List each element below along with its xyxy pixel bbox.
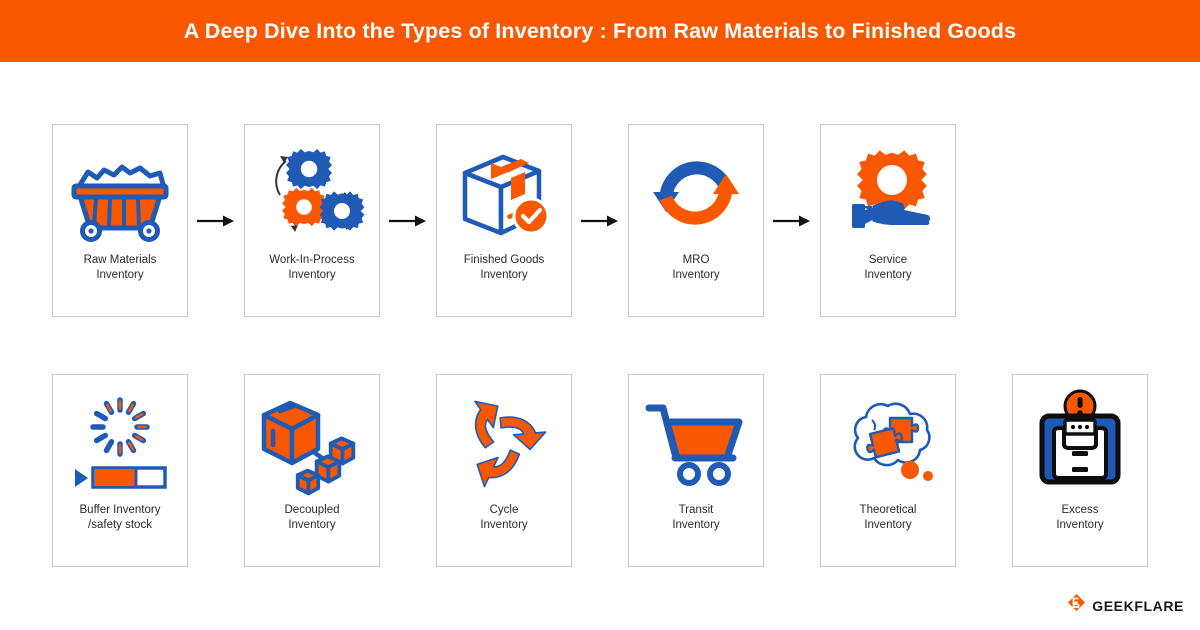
card-label-line2: Inventory	[672, 269, 720, 281]
card-label-line1: Cycle	[489, 504, 519, 516]
card-label-line2: Inventory	[288, 519, 336, 531]
card-label-line1: Decoupled	[284, 504, 340, 516]
card-label: Excess Inventory	[1051, 503, 1108, 533]
finished-goods-box-check-icon	[437, 125, 571, 253]
card-label: Decoupled Inventory	[280, 503, 345, 533]
service-hand-gear-icon	[821, 125, 955, 253]
card-label-line2: Inventory	[96, 269, 144, 281]
geekflare-logo-text: GEEKFLARE	[1092, 597, 1184, 614]
transit-cart-icon	[629, 375, 763, 503]
header-banner: A Deep Dive Into the Types of Inventory …	[0, 0, 1200, 62]
flow-arrow-2	[380, 124, 436, 317]
card-mro-inventory[interactable]: MRO Inventory	[628, 124, 764, 317]
inventory-row-2: Buffer Inventory /safety stock Decoupled…	[52, 374, 1148, 567]
card-cycle-inventory[interactable]: Cycle Inventory	[436, 374, 572, 567]
raw-materials-cart-icon	[53, 125, 187, 253]
flow-arrow-1	[188, 124, 244, 317]
card-label-line1: Service	[868, 254, 908, 266]
card-excess-inventory[interactable]: Excess Inventory	[1012, 374, 1148, 567]
gears-process-icon	[245, 125, 379, 253]
excess-overfilled-bin-icon	[1013, 375, 1147, 503]
inventory-row-1: Raw Materials Inventory Work-In-Process …	[52, 124, 956, 317]
card-label: Raw Materials Inventory	[79, 253, 162, 283]
card-work-in-process-inventory[interactable]: Work-In-Process Inventory	[244, 124, 380, 317]
geekflare-flame-icon	[1066, 593, 1086, 618]
mro-refresh-cycle-icon	[629, 125, 763, 253]
page-title: A Deep Dive Into the Types of Inventory …	[183, 18, 1017, 43]
card-label-line1: Raw Materials	[83, 254, 157, 266]
card-label-line2: Inventory	[864, 269, 912, 281]
card-finished-goods-inventory[interactable]: Finished Goods Inventory	[436, 124, 572, 317]
card-label-line1: Finished Goods	[463, 254, 545, 266]
card-label-line1: MRO	[682, 254, 710, 266]
card-label: MRO Inventory	[667, 253, 724, 283]
buffer-spinner-progress-icon	[53, 375, 187, 503]
card-label: Service Inventory	[859, 253, 916, 283]
card-label-line2: Inventory	[288, 269, 336, 281]
geekflare-logo[interactable]: GEEKFLARE	[1066, 593, 1184, 618]
card-theoretical-inventory[interactable]: Theoretical Inventory	[820, 374, 956, 567]
card-label-line2: Inventory	[672, 519, 720, 531]
card-transit-inventory[interactable]: Transit Inventory	[628, 374, 764, 567]
card-label-line1: Work-In-Process	[269, 254, 355, 266]
flow-arrow-4	[764, 124, 820, 317]
card-label: Cycle Inventory	[475, 503, 532, 533]
card-label-line2: Inventory	[1056, 519, 1104, 531]
card-label-line1: Transit	[678, 504, 714, 516]
card-label-line2: Inventory	[480, 269, 528, 281]
card-label-line2: /safety stock	[88, 519, 152, 531]
card-service-inventory[interactable]: Service Inventory	[820, 124, 956, 317]
card-label-line1: Buffer Inventory	[79, 504, 161, 516]
card-label: Theoretical Inventory	[855, 503, 922, 533]
flow-arrow-3	[572, 124, 628, 317]
card-label: Transit Inventory	[667, 503, 724, 533]
card-label-line2: Inventory	[864, 519, 912, 531]
card-label-line1: Theoretical	[859, 504, 917, 516]
card-label: Finished Goods Inventory	[459, 253, 550, 283]
infographic-page: A Deep Dive Into the Types of Inventory …	[0, 0, 1200, 630]
card-decoupled-inventory[interactable]: Decoupled Inventory	[244, 374, 380, 567]
card-label: Work-In-Process Inventory	[264, 253, 359, 283]
cycle-arrows-icon	[437, 375, 571, 503]
decoupled-boxes-icon	[245, 375, 379, 503]
card-label-line2: Inventory	[480, 519, 528, 531]
card-label: Buffer Inventory /safety stock	[75, 503, 166, 533]
card-buffer-inventory[interactable]: Buffer Inventory /safety stock	[52, 374, 188, 567]
card-label-line1: Excess	[1061, 504, 1099, 516]
card-raw-materials-inventory[interactable]: Raw Materials Inventory	[52, 124, 188, 317]
theoretical-thought-puzzle-icon	[821, 375, 955, 503]
